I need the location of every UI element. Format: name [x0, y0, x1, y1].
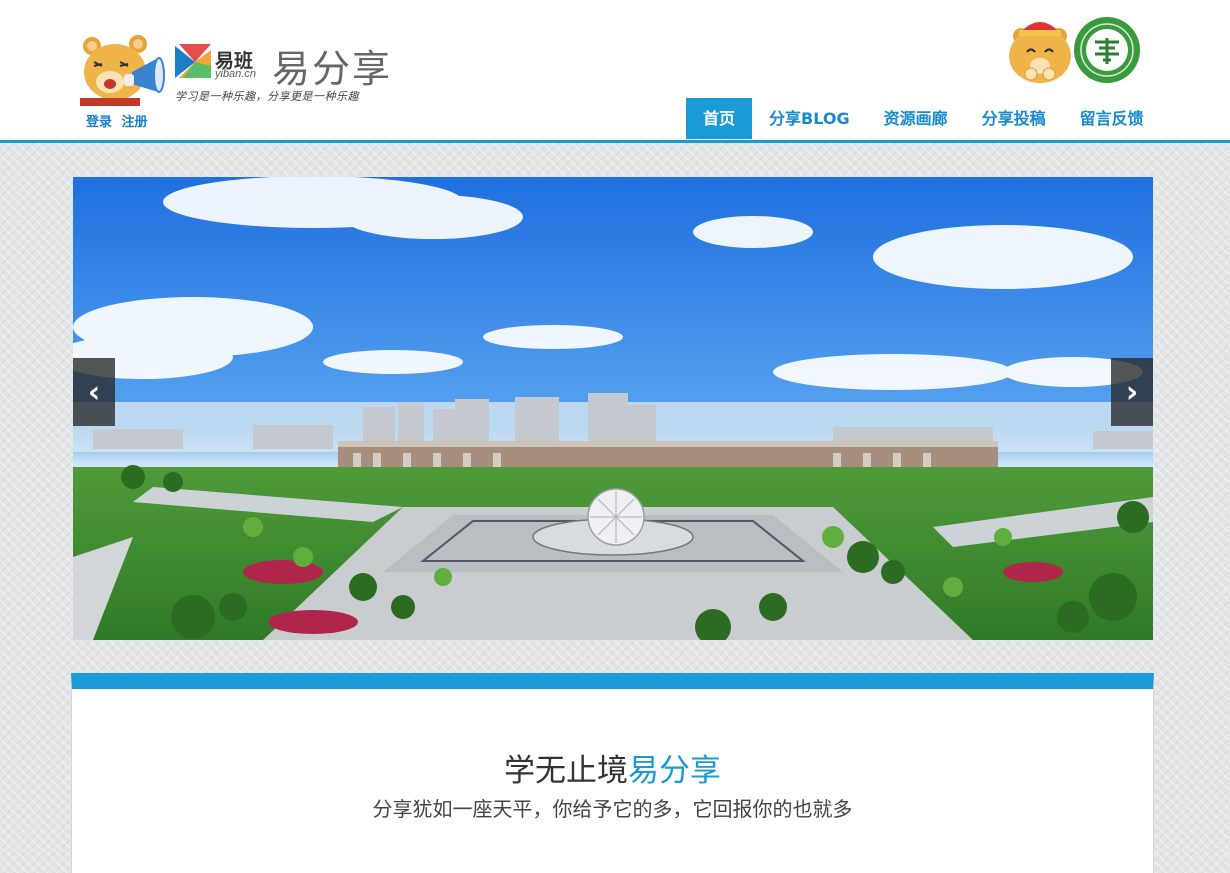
intro-title: 学无止境易分享 — [72, 745, 1153, 790]
yiban-logo-icon — [175, 44, 213, 84]
intro-title-accent: 易分享 — [628, 753, 721, 789]
brand-slogan: 学习是一种乐趣，分享更是一种乐趣 — [175, 90, 359, 103]
campus-carousel[interactable]: ‹ › — [73, 177, 1153, 640]
carousel-next-button[interactable]: › — [1111, 358, 1153, 426]
auth-links: 登录 注册 — [86, 111, 153, 130]
register-link[interactable]: 注册 — [122, 115, 148, 130]
brand-name: 易分享 — [272, 47, 393, 91]
university-seal-icon — [1073, 16, 1141, 88]
campus-photo — [73, 177, 1153, 640]
carousel-prev-button[interactable]: ‹ — [73, 358, 115, 426]
intro-title-main: 学无止境 — [504, 753, 628, 789]
logo-domain: yiban.cn — [215, 68, 256, 80]
intro-panel: 学无止境易分享 分享犹如一座天平，你给予它的多，它回报你的也就多 — [71, 673, 1154, 873]
nav-feedback[interactable]: 留言反馈 — [1063, 98, 1161, 139]
login-link[interactable]: 登录 — [86, 115, 112, 130]
nav-home[interactable]: 首页 — [686, 98, 753, 139]
nav-gallery[interactable]: 资源画廊 — [867, 98, 965, 139]
intro-subtitle: 分享犹如一座天平，你给予它的多，它回报你的也就多 — [372, 797, 853, 821]
bear-badge-icon — [1007, 14, 1073, 88]
nav-submit[interactable]: 分享投稿 — [965, 98, 1063, 139]
bear-mascot-logo — [80, 34, 170, 110]
nav-blog[interactable]: 分享BLOG — [752, 98, 867, 139]
site-header: 易班 yiban.cn 易分享 学习是一种乐趣，分享更是一种乐趣 登录 注册 首… — [0, 0, 1230, 143]
main-nav: 首页 分享BLOG 资源画廊 分享投稿 留言反馈 — [686, 98, 1161, 139]
